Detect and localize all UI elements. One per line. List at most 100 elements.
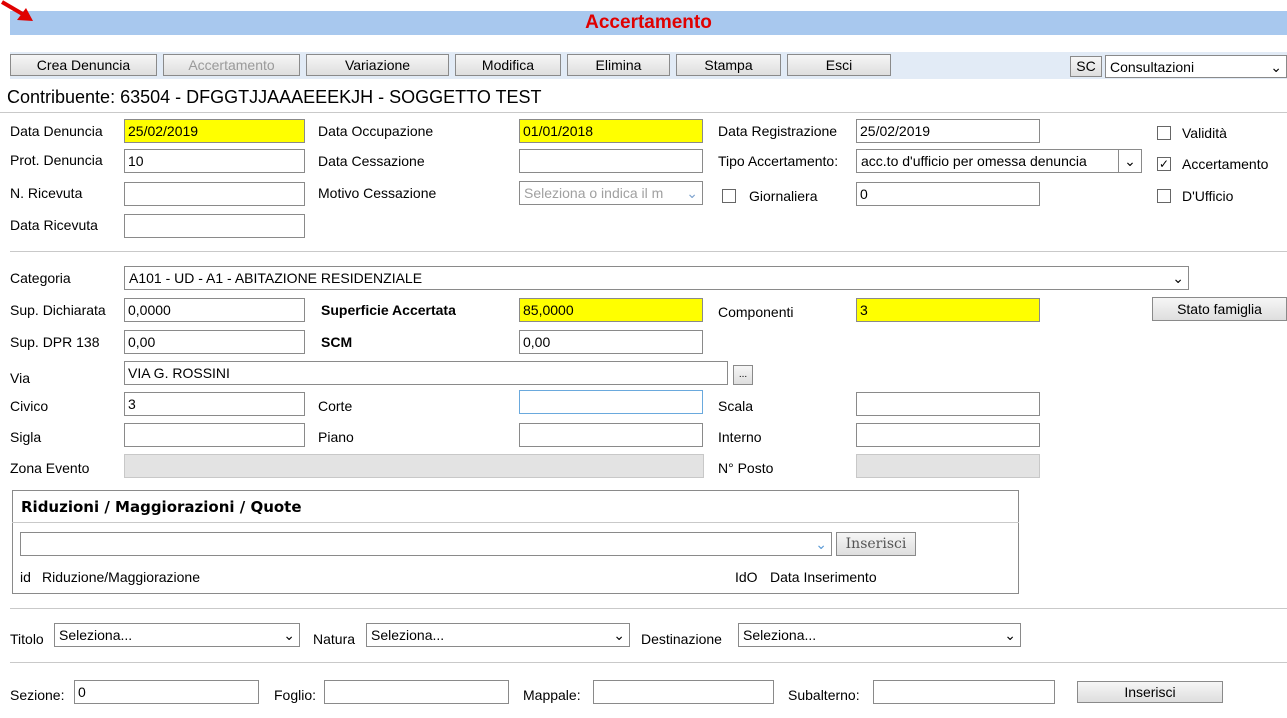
- data-registrazione-label: Data Registrazione: [718, 123, 838, 139]
- n-posto-field: [856, 454, 1040, 478]
- stampa-button[interactable]: Stampa: [676, 54, 781, 76]
- accertamento-checkbox[interactable]: ✓: [1157, 157, 1171, 171]
- civico-field[interactable]: 3: [124, 392, 305, 416]
- zona-evento-field: [124, 454, 704, 478]
- categoria-select[interactable]: A101 - UD - A1 - ABITAZIONE RESIDENZIALE…: [124, 266, 1189, 290]
- via-label: Via: [10, 370, 30, 386]
- data-cessazione-label: Data Cessazione: [318, 153, 425, 169]
- chevron-down-icon: ⌄: [1172, 270, 1184, 286]
- data-denuncia-field[interactable]: 25/02/2019: [124, 119, 305, 143]
- riduzioni-title-divider: [12, 522, 1019, 523]
- riduzioni-title: Riduzioni / Maggiorazioni / Quote: [21, 498, 302, 516]
- elimina-button[interactable]: Elimina: [567, 54, 670, 76]
- col-data-inserimento-header: Data Inserimento: [770, 569, 877, 585]
- subalterno-field[interactable]: [873, 680, 1055, 704]
- data-registrazione-field[interactable]: 25/02/2019: [856, 119, 1040, 143]
- foglio-label: Foglio:: [274, 687, 317, 703]
- via-lookup-button[interactable]: ...: [733, 365, 753, 385]
- giornaliera-checkbox[interactable]: [722, 189, 736, 203]
- divider: [0, 112, 1287, 113]
- giornaliera-label: Giornaliera: [749, 188, 818, 204]
- piano-field[interactable]: [519, 423, 703, 447]
- superficie-accertata-label: Superficie Accertata: [321, 302, 456, 318]
- tipo-accertamento-value: acc.to d'ufficio per omessa denuncia: [861, 153, 1087, 169]
- destinazione-label: Destinazione: [641, 631, 722, 647]
- scala-field[interactable]: [856, 392, 1040, 416]
- corte-field[interactable]: [519, 390, 703, 414]
- divider: [10, 662, 1287, 663]
- d-ufficio-checkbox[interactable]: [1157, 189, 1171, 203]
- page-title: Accertamento: [585, 12, 712, 33]
- stato-famiglia-button[interactable]: Stato famiglia: [1152, 297, 1287, 321]
- prot-denuncia-field[interactable]: 10: [124, 149, 305, 173]
- mappale-label: Mappale:: [523, 687, 581, 703]
- tipo-accertamento-label: Tipo Accertamento:: [718, 153, 839, 169]
- motivo-cessazione-label: Motivo Cessazione: [318, 185, 437, 201]
- data-occupazione-field[interactable]: 01/01/2018: [519, 119, 703, 143]
- subalterno-label: Subalterno:: [788, 687, 860, 703]
- esci-button[interactable]: Esci: [787, 54, 891, 76]
- chevron-down-icon: ⌄: [1270, 59, 1282, 75]
- divider: [10, 251, 1287, 252]
- catasto-inserisci-button[interactable]: Inserisci: [1077, 681, 1223, 703]
- interno-field[interactable]: [856, 423, 1040, 447]
- sigla-field[interactable]: [124, 423, 305, 447]
- crea-denuncia-button[interactable]: Crea Denuncia: [10, 54, 157, 76]
- sc-button[interactable]: SC: [1070, 56, 1102, 77]
- accertamento-button: Accertamento: [163, 54, 300, 76]
- col-ido-header: IdO: [735, 569, 758, 585]
- interno-label: Interno: [718, 429, 762, 445]
- data-ricevuta-label: Data Ricevuta: [10, 217, 98, 233]
- pointer-arrow-icon: [0, 0, 33, 21]
- sup-dichiarata-field[interactable]: 0,0000: [124, 298, 305, 322]
- sup-dpr-field[interactable]: 0,00: [124, 330, 305, 354]
- ricevuta-field[interactable]: [124, 182, 305, 206]
- titolo-select[interactable]: Seleziona... ⌄: [54, 623, 300, 647]
- scm-label: SCM: [321, 334, 353, 350]
- sezione-label: Sezione:: [10, 687, 65, 703]
- via-field[interactable]: VIA G. ROSSINI: [124, 361, 728, 385]
- mappale-field[interactable]: [593, 680, 774, 704]
- componenti-label: Componenti: [718, 304, 794, 320]
- variazione-button[interactable]: Variazione: [306, 54, 449, 76]
- corte-label: Corte: [318, 398, 353, 414]
- chevron-down-icon: ⌄: [686, 185, 698, 201]
- tipo-accertamento-select[interactable]: acc.to d'ufficio per omessa denuncia ⌄: [856, 149, 1142, 173]
- ricevuta-label: N. Ricevuta: [10, 185, 83, 201]
- chevron-down-icon: ⌄: [283, 627, 295, 643]
- riduzioni-inserisci-button[interactable]: Inserisci: [836, 532, 916, 556]
- chevron-down-icon: ⌄: [613, 627, 625, 643]
- zona-evento-label: Zona Evento: [10, 460, 90, 476]
- superficie-accertata-field[interactable]: 85,0000: [519, 298, 703, 322]
- col-id-header: id: [20, 569, 31, 585]
- sup-dpr-label: Sup. DPR 138: [10, 334, 100, 350]
- natura-value: Seleziona...: [371, 627, 445, 643]
- data-occupazione-label: Data Occupazione: [318, 123, 434, 139]
- validita-checkbox[interactable]: [1157, 126, 1171, 140]
- categoria-value: A101 - UD - A1 - ABITAZIONE RESIDENZIALE: [129, 270, 423, 286]
- accertamento-label: Accertamento: [1182, 156, 1269, 172]
- scm-field[interactable]: 0,00: [519, 330, 703, 354]
- motivo-placeholder: Seleziona o indica il m: [524, 185, 664, 201]
- componenti-field[interactable]: 3: [856, 298, 1040, 322]
- modifica-button[interactable]: Modifica: [455, 54, 561, 76]
- chevron-down-icon: ⌄: [815, 536, 827, 552]
- scala-label: Scala: [718, 398, 754, 414]
- sezione-field[interactable]: 0: [74, 680, 259, 704]
- foglio-field[interactable]: [324, 680, 509, 704]
- n-posto-label: N° Posto: [718, 460, 774, 476]
- col-riduzione-header: Riduzione/Maggiorazione: [42, 569, 200, 585]
- data-cessazione-field[interactable]: [519, 149, 703, 173]
- piano-label: Piano: [318, 429, 354, 445]
- giornaliera-field[interactable]: 0: [856, 182, 1040, 206]
- contribuente-label: Contribuente: 63504 - DFGGTJJAAAEEEKJH -…: [7, 87, 542, 107]
- data-denuncia-label: Data Denuncia: [10, 123, 103, 139]
- data-ricevuta-field[interactable]: [124, 214, 305, 238]
- destinazione-select[interactable]: Seleziona... ⌄: [738, 623, 1021, 647]
- consultazioni-select[interactable]: Consultazioni ⌄: [1105, 55, 1287, 78]
- natura-select[interactable]: Seleziona... ⌄: [366, 623, 630, 647]
- riduzioni-select[interactable]: ⌄: [20, 532, 832, 556]
- sup-dichiarata-label: Sup. Dichiarata: [10, 302, 106, 318]
- d-ufficio-label: D'Ufficio: [1182, 188, 1234, 204]
- chevron-down-icon: ⌄: [1004, 627, 1016, 643]
